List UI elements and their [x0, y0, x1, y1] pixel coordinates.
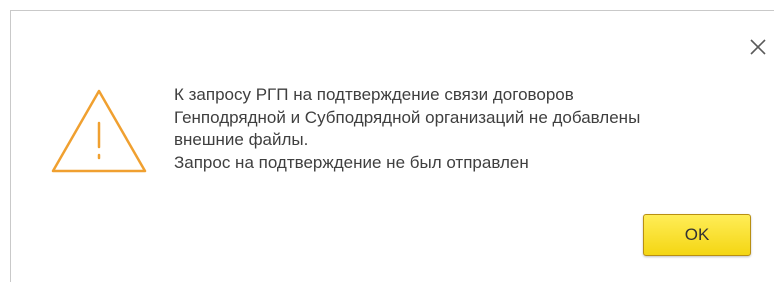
warning-triangle-icon — [51, 89, 147, 173]
ok-button[interactable]: OK — [643, 214, 751, 256]
message-line: К запросу РГП на подтверждение связи дог… — [174, 85, 574, 104]
close-icon — [750, 39, 766, 55]
dialog-message: К запросу РГП на подтверждение связи дог… — [174, 84, 734, 174]
message-line: Запрос на подтверждение не был отправлен — [174, 152, 529, 172]
message-dialog: К запросу РГП на подтверждение связи дог… — [10, 10, 774, 282]
close-button[interactable] — [744, 33, 772, 61]
ok-button-label: OK — [684, 225, 710, 244]
message-line: внешние файлы. — [174, 130, 309, 149]
message-line: Генподрядной и Субподрядной организаций … — [174, 107, 641, 127]
